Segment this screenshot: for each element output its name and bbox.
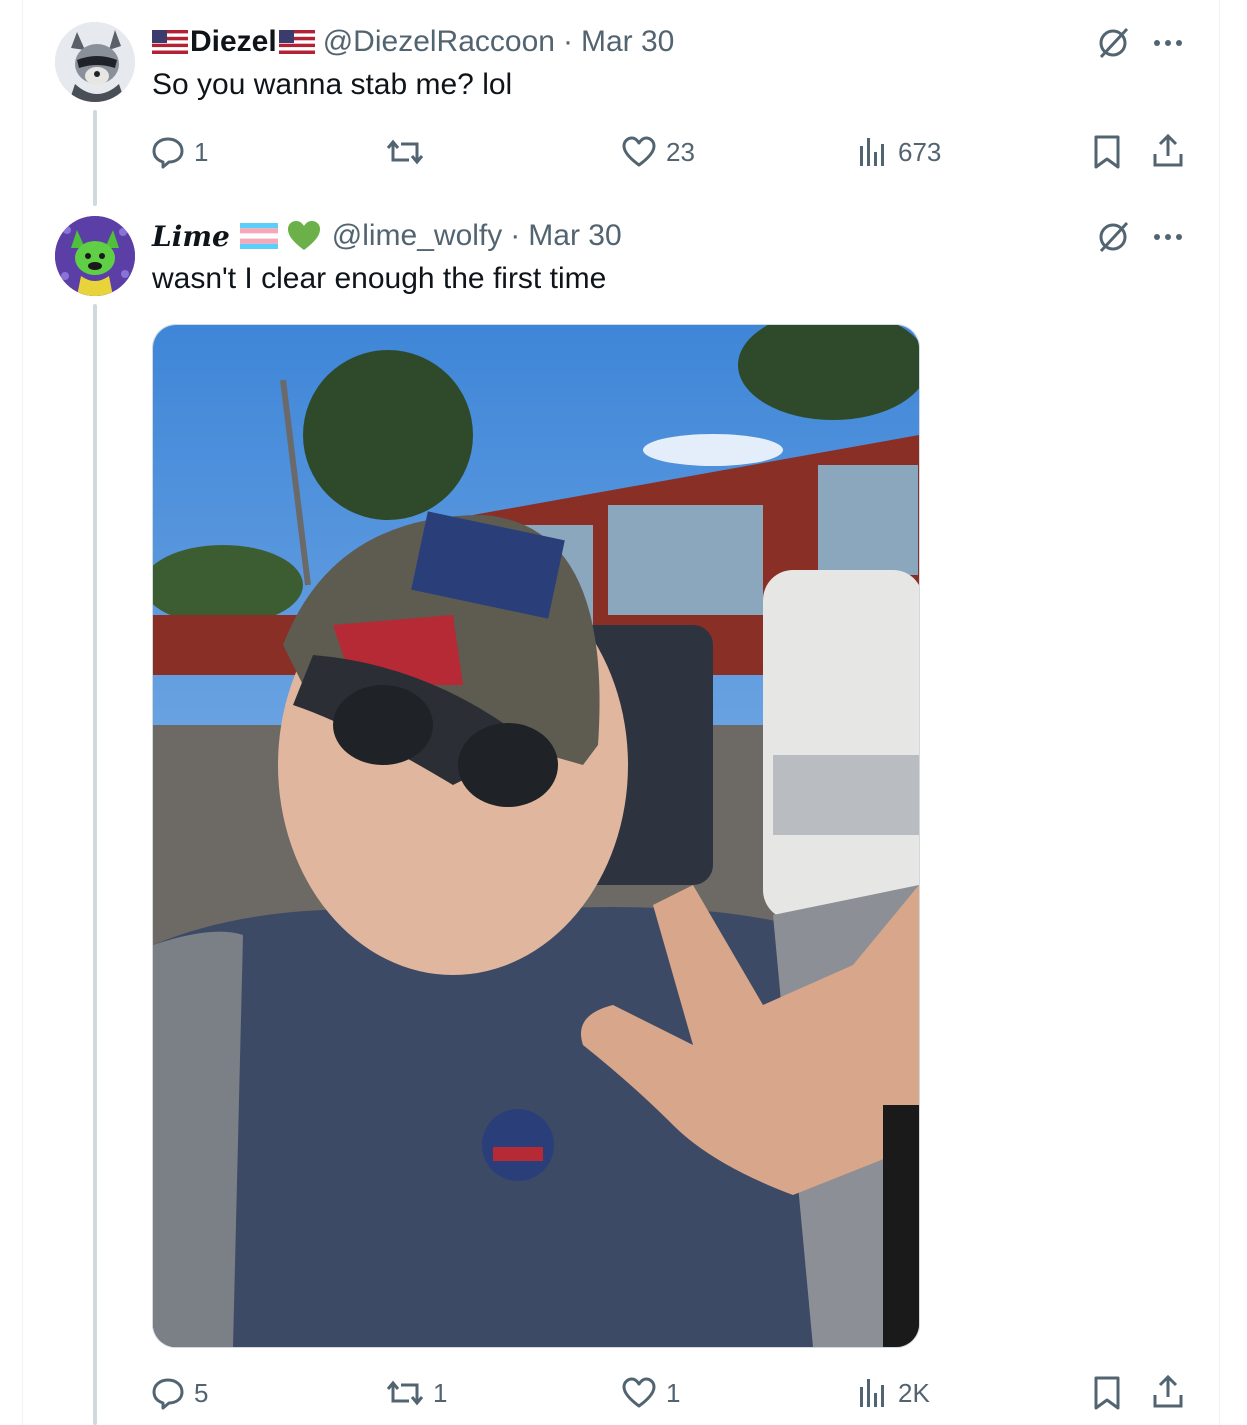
grok-icon[interactable] — [1094, 218, 1132, 256]
repost-icon — [386, 139, 424, 165]
heart-icon — [622, 1377, 656, 1408]
reply-count: 5 — [194, 1377, 209, 1408]
avatar[interactable] — [55, 22, 135, 102]
grok-icon[interactable] — [1094, 24, 1132, 62]
column-border-right — [1219, 0, 1220, 1425]
tweet-top-actions — [1094, 24, 1188, 62]
tweet-top-actions — [1094, 218, 1188, 256]
repost-button[interactable] — [385, 134, 433, 170]
reply-icon — [152, 1378, 184, 1410]
reply-button[interactable]: 1 — [150, 134, 208, 170]
us-flag-icon — [278, 30, 315, 54]
like-count: 23 — [666, 136, 695, 167]
raccoon-avatar-icon — [55, 22, 135, 102]
green-heart-icon — [287, 221, 320, 250]
thread-line — [93, 304, 97, 1425]
bookmark-icon — [1094, 1376, 1120, 1410]
share-button[interactable] — [1150, 1373, 1186, 1411]
separator: · — [562, 25, 573, 58]
tweet-text: So you wanna stab me? lol — [152, 68, 513, 101]
more-icon[interactable] — [1148, 218, 1188, 256]
view-count: 673 — [898, 136, 942, 167]
display-name[interactable]: Diezel — [190, 25, 277, 59]
display-name[interactable]: Lime — [152, 220, 230, 253]
reply-button[interactable]: 5 — [150, 1375, 208, 1411]
analytics-icon — [860, 138, 884, 166]
repost-icon — [386, 1380, 424, 1406]
handle[interactable]: @DiezelRaccoon — [323, 25, 555, 59]
repost-button[interactable]: 1 — [385, 1375, 447, 1411]
trans-flag-icon — [239, 223, 278, 249]
thread-line — [93, 110, 97, 206]
bookmark-button[interactable] — [1090, 1375, 1124, 1411]
tweet-text: wasn't I clear enough the first time — [152, 262, 607, 295]
reply-icon — [152, 137, 184, 169]
heart-icon — [622, 136, 656, 167]
views-button[interactable]: 673 — [856, 134, 941, 170]
tweet-header: Lime @lime_wolfy · Mar 30 — [152, 216, 622, 256]
column-border-left — [22, 0, 23, 1425]
like-button[interactable]: 23 — [620, 134, 695, 170]
repost-count: 1 — [433, 1377, 448, 1408]
like-button[interactable]: 1 — [620, 1375, 680, 1411]
view-count: 2K — [898, 1377, 930, 1408]
share-icon — [1153, 133, 1183, 167]
handle[interactable]: @lime_wolfy — [332, 219, 503, 253]
bookmark-button[interactable] — [1090, 134, 1124, 170]
analytics-icon — [860, 1379, 884, 1407]
avatar[interactable] — [55, 216, 135, 296]
timestamp[interactable]: Mar 30 — [581, 25, 674, 59]
timestamp[interactable]: Mar 30 — [528, 219, 621, 253]
more-icon[interactable] — [1148, 24, 1188, 62]
photo-selfie-image — [153, 325, 919, 1347]
views-button[interactable]: 2K — [856, 1375, 930, 1411]
reply-count: 1 — [194, 136, 209, 167]
share-icon — [1153, 1374, 1183, 1408]
tweet-header: Diezel @DiezelRaccoon · Mar 30 — [152, 22, 674, 62]
us-flag-icon — [152, 30, 188, 54]
tweet-photo[interactable] — [152, 324, 920, 1348]
like-count: 1 — [666, 1377, 681, 1408]
green-wolf-avatar-icon — [55, 216, 135, 296]
share-button[interactable] — [1150, 132, 1186, 170]
separator: · — [510, 219, 521, 252]
bookmark-icon — [1094, 135, 1120, 169]
